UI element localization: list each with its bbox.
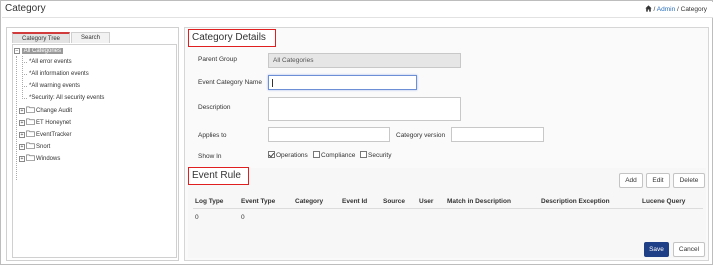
event-category-name-label: Event Category Name bbox=[198, 79, 262, 86]
parent-group-field: All Categories bbox=[268, 53, 461, 68]
tree-node-folder[interactable]: + Change Audit bbox=[19, 106, 72, 115]
tree-node-label: Snort bbox=[36, 144, 51, 150]
folder-icon bbox=[26, 142, 35, 149]
checkbox-icon[interactable] bbox=[313, 151, 320, 158]
column-header-event-id[interactable]: Event Id bbox=[342, 198, 367, 205]
category-details-heading: Category Details bbox=[188, 29, 276, 47]
column-header-event-type[interactable]: Event Type bbox=[241, 198, 275, 205]
show-in-security-checkbox[interactable]: Security bbox=[360, 151, 391, 159]
tree-node-all-categories[interactable]: − All Categories bbox=[14, 47, 64, 56]
category-tree-panel: Category Tree Search − All Categories *A… bbox=[6, 27, 179, 261]
tree-connector bbox=[22, 86, 27, 87]
tree-node[interactable]: *All error events bbox=[29, 58, 72, 67]
tree-node-label: Windows bbox=[36, 156, 61, 162]
category-details-panel: Category Details Parent Group All Catego… bbox=[184, 27, 709, 261]
grid-header-divider bbox=[193, 208, 703, 209]
tree-node-label: ET Honeynet bbox=[36, 120, 71, 126]
expand-icon[interactable]: + bbox=[19, 132, 25, 138]
category-tree: − All Categories *All error events *All … bbox=[12, 44, 177, 258]
applies-to-label: Applies to bbox=[198, 132, 227, 139]
breadcrumb-admin-link[interactable]: Admin bbox=[657, 6, 675, 13]
tree-node-folder[interactable]: + Snort bbox=[19, 142, 50, 151]
show-in-label: Show In bbox=[198, 153, 222, 160]
event-category-name-input[interactable] bbox=[268, 75, 417, 90]
category-version-input[interactable] bbox=[451, 127, 544, 142]
checkbox-label: Operations bbox=[276, 152, 308, 159]
cell-log-type: 0 bbox=[195, 214, 199, 221]
expand-icon[interactable]: + bbox=[19, 108, 25, 114]
checkbox-checked-icon[interactable] bbox=[268, 151, 275, 158]
show-in-operations-checkbox[interactable]: Operations bbox=[268, 151, 308, 159]
tree-node[interactable]: *All warning events bbox=[29, 82, 80, 91]
category-version-label: Category version bbox=[396, 132, 446, 139]
tree-connector bbox=[22, 98, 27, 99]
event-rule-heading: Event Rule bbox=[188, 167, 249, 185]
folder-icon bbox=[26, 130, 35, 137]
folder-icon bbox=[26, 154, 35, 161]
checkbox-label: Security bbox=[368, 152, 392, 159]
show-in-compliance-checkbox[interactable]: Compliance bbox=[313, 151, 355, 159]
text-caret bbox=[272, 79, 273, 87]
save-button[interactable]: Save bbox=[644, 242, 669, 257]
checkbox-label: Compliance bbox=[321, 152, 356, 159]
cancel-button[interactable]: Cancel bbox=[673, 242, 705, 257]
parent-group-label: Parent Group bbox=[198, 56, 238, 63]
expand-icon[interactable]: + bbox=[19, 120, 25, 126]
tree-connector bbox=[22, 74, 27, 75]
window-frame: Category / Admin / Category Category Tre… bbox=[0, 0, 713, 265]
collapse-icon[interactable]: − bbox=[14, 48, 20, 54]
tree-node-folder[interactable]: + Windows bbox=[19, 154, 60, 163]
description-label: Description bbox=[198, 104, 231, 111]
checkbox-icon[interactable] bbox=[360, 151, 367, 158]
tree-node-label: *Security: All security events bbox=[29, 95, 105, 101]
tab-search[interactable]: Search bbox=[71, 32, 110, 43]
home-icon[interactable] bbox=[645, 5, 652, 12]
delete-rule-button[interactable]: Delete bbox=[673, 173, 705, 188]
tree-node-folder[interactable]: + EventTracker bbox=[19, 130, 71, 139]
tree-connector bbox=[22, 62, 27, 63]
cell-event-type: 0 bbox=[241, 214, 245, 221]
description-textarea[interactable] bbox=[268, 97, 461, 121]
folder-icon bbox=[26, 118, 35, 125]
edit-rule-button[interactable]: Edit bbox=[646, 173, 670, 188]
tree-node-label: *All warning events bbox=[29, 83, 81, 89]
tree-connector bbox=[16, 56, 17, 180]
tree-node-label: All Categories bbox=[21, 48, 64, 54]
column-header-source[interactable]: Source bbox=[383, 198, 405, 205]
expand-icon[interactable]: + bbox=[19, 144, 25, 150]
applies-to-input[interactable] bbox=[268, 127, 390, 142]
tree-node-folder[interactable]: + ET Honeynet bbox=[19, 118, 71, 127]
add-rule-button[interactable]: Add bbox=[619, 173, 643, 188]
tree-node-label: *All error events bbox=[29, 59, 72, 65]
column-header-log-type[interactable]: Log Type bbox=[195, 198, 223, 205]
tree-node-label: Change Audit bbox=[36, 108, 73, 114]
tab-category-tree[interactable]: Category Tree bbox=[12, 32, 70, 43]
tree-node-label: EventTracker bbox=[36, 132, 72, 138]
page-title: Category bbox=[5, 3, 46, 14]
tree-node[interactable]: *All information events bbox=[29, 70, 89, 79]
tree-node-label: *All information events bbox=[29, 71, 89, 77]
expand-icon[interactable]: + bbox=[19, 156, 25, 162]
breadcrumb: / Admin / Category bbox=[645, 5, 707, 13]
folder-icon bbox=[26, 106, 35, 113]
tree-node[interactable]: *Security: All security events bbox=[29, 94, 104, 103]
breadcrumb-current: Category bbox=[680, 6, 707, 13]
page-header: Category / Admin / Category bbox=[2, 2, 713, 18]
column-header-user[interactable]: User bbox=[419, 198, 433, 205]
column-header-description-exception[interactable]: Description Exception bbox=[541, 198, 610, 205]
column-header-lucene-query[interactable]: Lucene Query bbox=[642, 198, 685, 205]
column-header-category[interactable]: Category bbox=[295, 198, 323, 205]
column-header-match-in-description[interactable]: Match in Description bbox=[447, 198, 511, 205]
